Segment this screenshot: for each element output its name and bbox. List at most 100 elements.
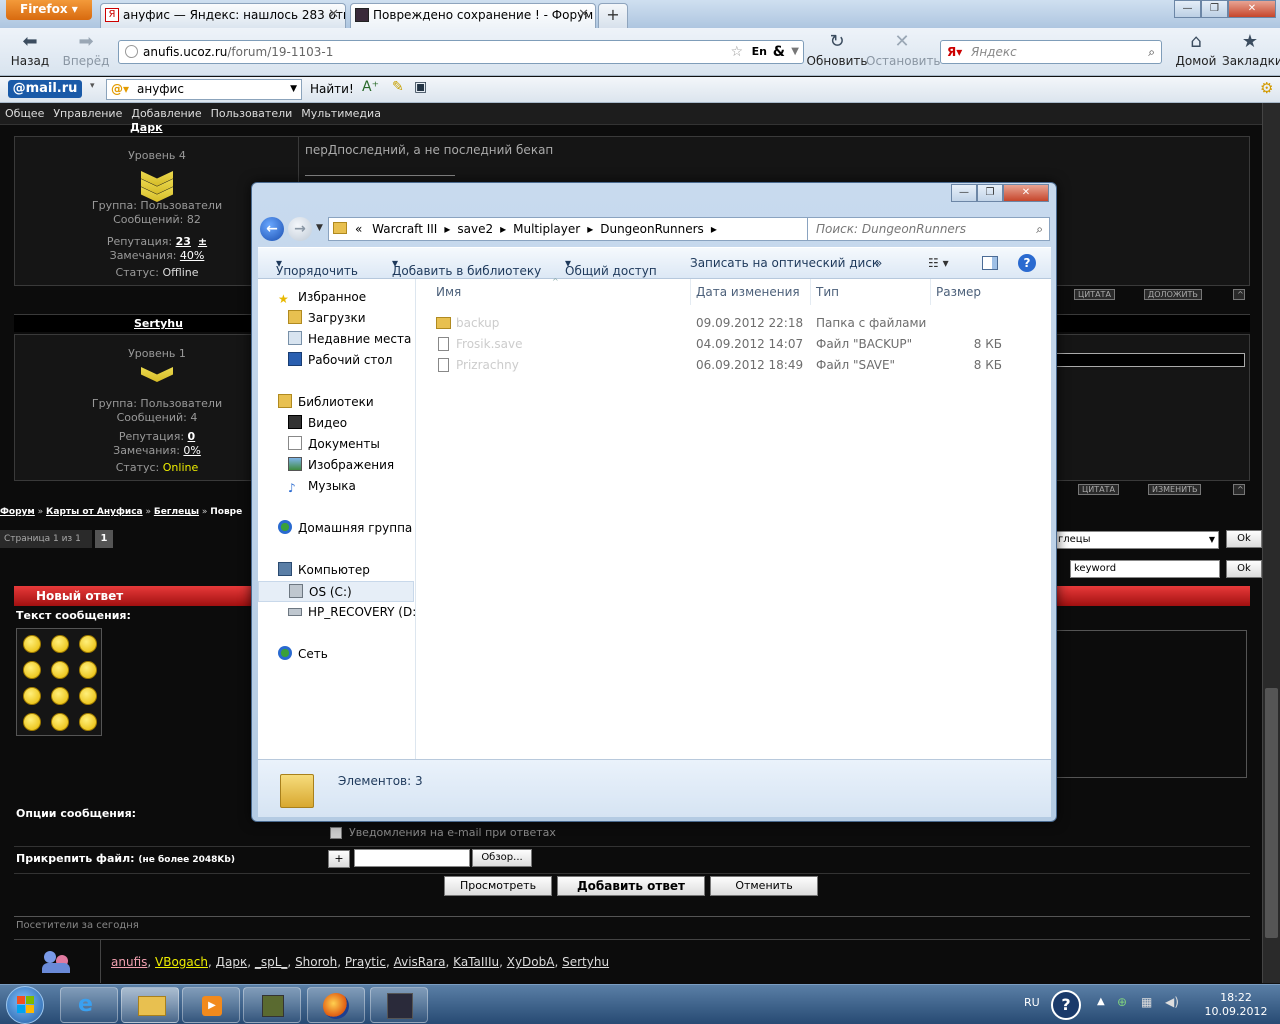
- column-size[interactable]: Размер: [936, 285, 981, 299]
- smile-icon[interactable]: [51, 687, 69, 705]
- settings-gear-icon[interactable]: ⚙: [1260, 79, 1273, 97]
- taskbar-media[interactable]: ▶: [182, 987, 240, 1023]
- jump-ok-button[interactable]: Ok: [1226, 530, 1262, 548]
- smile-icon[interactable]: [23, 713, 41, 731]
- nav-video[interactable]: Видео: [288, 413, 347, 434]
- page-icon[interactable]: ▣: [414, 79, 427, 95]
- breadcrumb-warcraft[interactable]: Warcraft III: [372, 222, 437, 236]
- add-attachment-button[interactable]: +: [328, 850, 350, 868]
- text-size-icon[interactable]: A⁺: [362, 79, 379, 95]
- page-current[interactable]: 1: [95, 530, 113, 548]
- forum-jump-select[interactable]: глецы ▼: [1055, 531, 1219, 549]
- file-row[interactable]: backup 09.09.2012 22:18 Папка с файлами: [432, 313, 1032, 334]
- taskbar-explorer[interactable]: [121, 987, 179, 1023]
- close-tab-icon[interactable]: ✕: [578, 4, 589, 26]
- warnings-value[interactable]: 0%: [183, 444, 200, 457]
- translate-icon[interactable]: En: [752, 41, 767, 63]
- mailru-logo[interactable]: @mail.ru: [8, 80, 82, 98]
- scroll-top-icon[interactable]: ^: [1233, 484, 1245, 495]
- page-scrollbar[interactable]: [1262, 103, 1280, 983]
- nav-recent[interactable]: Недавние места: [288, 329, 411, 350]
- visitor-link[interactable]: AvisRara: [394, 955, 446, 969]
- back-button[interactable]: ⬅ Назад: [2, 30, 58, 68]
- nav-libraries[interactable]: Библиотеки: [278, 392, 374, 413]
- nav-desktop[interactable]: Рабочий стол: [288, 350, 392, 371]
- preview-pane-icon[interactable]: [982, 256, 998, 270]
- report-button[interactable]: ДОЛОЖИТЬ: [1144, 289, 1202, 300]
- add-to-library-button[interactable]: Добавить в библиотеку ▾: [392, 256, 541, 278]
- more-commands-button[interactable]: »: [875, 256, 882, 270]
- url-bar[interactable]: anufis.ucoz.ru/forum/19-1103-1 ☆ En & ▼: [118, 40, 804, 64]
- language-indicator[interactable]: RU: [1024, 996, 1040, 1009]
- edit-button[interactable]: ИЗМЕНИТЬ: [1148, 484, 1202, 495]
- column-type[interactable]: Тип: [816, 285, 839, 299]
- submit-reply-button[interactable]: Добавить ответ: [557, 876, 705, 896]
- nav-images[interactable]: Изображения: [288, 455, 394, 476]
- nav-homegroup[interactable]: Домашняя группа: [278, 518, 412, 539]
- new-tab-button[interactable]: +: [598, 3, 628, 28]
- nav-documents[interactable]: Документы: [288, 434, 380, 455]
- dialog-maximize-button[interactable]: ❐: [977, 184, 1003, 202]
- search-icon[interactable]: ⌕: [1036, 218, 1043, 240]
- visitor-link[interactable]: anufis: [111, 955, 147, 969]
- preview-button[interactable]: Просмотреть: [444, 876, 552, 896]
- organize-button[interactable]: Упорядочить ▾: [276, 256, 358, 278]
- smile-icon[interactable]: [79, 713, 97, 731]
- help-icon[interactable]: ?: [1051, 990, 1081, 1020]
- help-icon[interactable]: ?: [1018, 254, 1036, 272]
- taskbar-app[interactable]: [243, 987, 301, 1023]
- nav-music[interactable]: ♪ Музыка: [288, 476, 356, 497]
- reputation-value[interactable]: 0: [188, 430, 196, 443]
- visitor-link[interactable]: VBogach: [155, 955, 208, 969]
- column-date[interactable]: Дата изменения: [696, 285, 800, 299]
- burn-disc-button[interactable]: Записать на оптический диск: [690, 256, 879, 270]
- nav-downloads[interactable]: Загрузки: [288, 308, 366, 329]
- smile-icon[interactable]: [79, 687, 97, 705]
- start-button[interactable]: [6, 986, 44, 1024]
- breadcrumb-save2[interactable]: save2: [457, 222, 493, 236]
- back-arrow-icon[interactable]: ←: [260, 217, 284, 241]
- close-tab-icon[interactable]: ✕: [328, 4, 339, 26]
- recent-pages-icon[interactable]: ▼: [316, 223, 323, 233]
- mailru-go-button[interactable]: Найти!: [310, 82, 354, 96]
- highlight-icon[interactable]: ✎: [392, 79, 404, 95]
- dialog-close-button[interactable]: ✕: [1003, 184, 1049, 202]
- address-breadcrumb[interactable]: « Warcraft III ▸ save2 ▸ Multiplayer ▸ Dungeon…: [328, 217, 848, 241]
- smile-icon[interactable]: [23, 661, 41, 679]
- reload-button[interactable]: ↻ Обновить: [806, 30, 868, 68]
- reputation-change-button[interactable]: ±: [198, 235, 207, 248]
- tray-app-icon[interactable]: ⊕: [1117, 995, 1127, 1009]
- menu-manage[interactable]: Управление: [48, 103, 126, 125]
- mailru-dropdown-icon[interactable]: ▾: [90, 81, 95, 91]
- quote-button[interactable]: ЦИТАТА: [1074, 289, 1115, 300]
- post1-author[interactable]: Дарк: [130, 121, 163, 134]
- visitor-link[interactable]: _spL_: [255, 955, 288, 969]
- volume-icon[interactable]: ◀): [1165, 995, 1179, 1009]
- visitor-link[interactable]: Дарк: [216, 955, 248, 969]
- dialog-minimize-button[interactable]: —: [951, 184, 977, 202]
- file-row[interactable]: Frosik.save 04.09.2012 14:07 Файл "BACKU…: [432, 334, 1032, 355]
- cancel-button[interactable]: Отменить: [710, 876, 818, 896]
- taskbar-firefox[interactable]: [307, 987, 365, 1023]
- scroll-top-icon[interactable]: ^: [1233, 289, 1245, 300]
- explorer-search-input[interactable]: Поиск: DungeonRunners ⌕: [807, 217, 1050, 241]
- dropdown-icon[interactable]: ▼: [791, 41, 799, 63]
- share-button[interactable]: Общий доступ ▾: [565, 256, 657, 278]
- smile-icon[interactable]: [79, 635, 97, 653]
- dropdown-icon[interactable]: ▼: [290, 80, 297, 99]
- smile-icon[interactable]: [23, 687, 41, 705]
- menu-general[interactable]: Общее: [0, 103, 48, 125]
- taskbar-warcraft[interactable]: [370, 987, 428, 1023]
- chevron-right-icon[interactable]: ▸: [493, 222, 513, 236]
- nav-favorites[interactable]: ★ Избранное: [278, 287, 366, 308]
- menu-multimedia[interactable]: Мультимедиа: [296, 103, 385, 125]
- minimize-button[interactable]: —: [1174, 0, 1201, 18]
- keyword-input[interactable]: keyword: [1070, 560, 1220, 578]
- bookmark-star-icon[interactable]: ☆: [730, 41, 743, 63]
- chevron-right-icon[interactable]: ▸: [437, 222, 457, 236]
- chevron-right-icon[interactable]: ▸: [580, 222, 600, 236]
- smile-icon[interactable]: [51, 661, 69, 679]
- breadcrumb-multiplayer[interactable]: Multiplayer: [513, 222, 580, 236]
- smile-icon[interactable]: [79, 661, 97, 679]
- chevron-right-icon[interactable]: ▸: [704, 222, 724, 236]
